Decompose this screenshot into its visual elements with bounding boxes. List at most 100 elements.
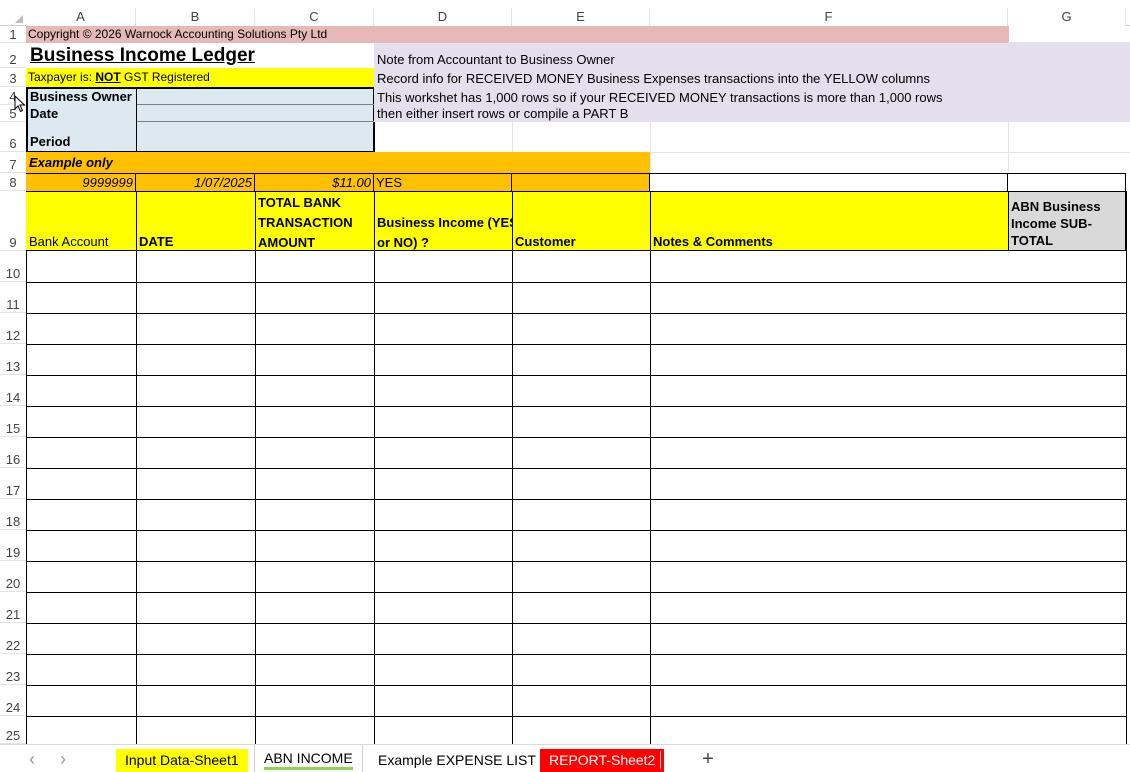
tab-example-expense-list[interactable]: Example EXPENSE LIST: [369, 749, 545, 772]
row-header-19[interactable]: 19: [0, 530, 26, 561]
row-header-11[interactable]: 11: [0, 282, 26, 313]
example-account[interactable]: 9999999: [26, 174, 136, 191]
table-row[interactable]: [26, 716, 1127, 717]
taxpayer-not: NOT: [95, 70, 121, 84]
add-sheet-icon[interactable]: +: [698, 749, 718, 771]
row-header-24[interactable]: 24: [0, 685, 26, 716]
column-header-c[interactable]: C: [255, 8, 374, 26]
header-total-amount[interactable]: TOTAL BANK TRANSACTION AMOUNT: [256, 193, 374, 250]
column-header-d[interactable]: D: [374, 8, 512, 26]
period-field[interactable]: [137, 122, 374, 151]
column-header-e[interactable]: E: [512, 8, 650, 26]
table-row[interactable]: [26, 592, 1127, 593]
date-label[interactable]: Date: [28, 105, 135, 122]
row-header-13[interactable]: 13: [0, 344, 26, 375]
note-line-4[interactable]: then either insert rows or compile a PAR…: [375, 105, 1125, 122]
example-notes[interactable]: [650, 173, 1008, 191]
table-row[interactable]: [26, 406, 1127, 407]
date-field[interactable]: [137, 105, 374, 121]
table-row[interactable]: [26, 344, 1127, 345]
column-header-a[interactable]: A: [26, 8, 136, 26]
header-total-line: TRANSACTION: [258, 215, 353, 230]
table-row[interactable]: [26, 623, 1127, 624]
table-row[interactable]: [26, 685, 1127, 686]
row-header-3[interactable]: 3: [0, 68, 26, 87]
header-business-income[interactable]: Business Income (YES or NO) ?: [375, 213, 512, 250]
column-header-b[interactable]: B: [136, 8, 255, 26]
example-customer[interactable]: [512, 174, 650, 191]
gridline: [1008, 122, 1009, 173]
next-sheet-icon[interactable]: ›: [53, 749, 73, 771]
row-header-6[interactable]: 6: [0, 122, 26, 152]
table-row[interactable]: [26, 499, 1127, 500]
tab-divider: [660, 751, 661, 769]
header-subtotal[interactable]: ABN Business Income SUB- TOTAL: [1009, 198, 1125, 250]
taxpayer-prefix: Taxpayer is:: [28, 70, 96, 84]
header-date[interactable]: DATE: [137, 233, 254, 250]
header-notes[interactable]: Notes & Comments: [651, 233, 1007, 250]
business-owner-label[interactable]: Business Owner: [28, 88, 135, 105]
table-row[interactable]: [26, 437, 1127, 438]
table-row[interactable]: [26, 654, 1127, 655]
header-business-income-line: or NO) ?: [377, 235, 429, 250]
table-row[interactable]: [26, 375, 1127, 376]
header-total-line: TOTAL BANK: [258, 195, 342, 210]
page-title[interactable]: Business Income Ledger: [28, 44, 373, 68]
taxpayer-status[interactable]: Taxpayer is: NOT GST Registered: [26, 68, 374, 87]
row-header-12[interactable]: 12: [0, 313, 26, 344]
row-header-20[interactable]: 20: [0, 561, 26, 592]
table-row[interactable]: [26, 530, 1127, 531]
taxpayer-suffix: GST Registered: [120, 70, 210, 84]
copyright-text[interactable]: Copyright © 2026 Warnock Accounting Solu…: [26, 26, 726, 43]
row-header-18[interactable]: 18: [0, 499, 26, 530]
tab-input-data-sheet1[interactable]: Input Data-Sheet1: [116, 749, 248, 772]
row-header-2[interactable]: 2: [0, 43, 26, 68]
row-header-22[interactable]: 22: [0, 623, 26, 654]
table-row[interactable]: [26, 468, 1127, 469]
example-amount[interactable]: $11.00: [255, 174, 374, 191]
row-header-1[interactable]: 1: [0, 26, 26, 43]
tab-report-sheet2[interactable]: REPORT-Sheet2: [540, 749, 665, 772]
gridline: [650, 122, 651, 173]
table-row[interactable]: [26, 313, 1127, 314]
example-subtotal[interactable]: [1008, 173, 1126, 191]
row-header-15[interactable]: 15: [0, 406, 26, 437]
header-business-income-line: Business Income (YES: [377, 215, 512, 230]
header-bank-account[interactable]: Bank Account: [27, 233, 135, 250]
mouse-cursor-icon: [14, 95, 26, 113]
table-row[interactable]: [26, 561, 1127, 562]
header-total-line: AMOUNT: [258, 235, 316, 250]
row-header-7[interactable]: 7: [0, 152, 26, 173]
column-border: [26, 251, 27, 745]
period-label[interactable]: Period: [28, 133, 135, 151]
row-header-21[interactable]: 21: [0, 592, 26, 623]
note-line-1[interactable]: Note from Accountant to Business Owner: [375, 50, 1125, 69]
header-subtotal-line: Income SUB-: [1011, 216, 1092, 231]
example-business-income[interactable]: YES: [374, 174, 512, 191]
select-all-corner[interactable]: [0, 8, 26, 26]
tab-abn-income-label: ABN INCOME: [264, 750, 353, 770]
table-row[interactable]: [26, 282, 1127, 283]
prev-sheet-icon[interactable]: ‹: [22, 749, 42, 771]
row-header-25[interactable]: 25: [0, 716, 26, 744]
gridline: [512, 122, 513, 152]
tab-abn-income[interactable]: ABN INCOME: [254, 745, 363, 772]
header-subtotal-line: ABN Business: [1011, 199, 1101, 214]
column-header-f[interactable]: F: [650, 8, 1008, 26]
header-customer[interactable]: Customer: [513, 233, 649, 250]
row-header-17[interactable]: 17: [0, 468, 26, 499]
sheet-tab-bar: ‹ › Input Data-Sheet1 ABN INCOME Example…: [0, 744, 1130, 772]
example-date[interactable]: 1/07/2025: [136, 174, 255, 191]
column-header-g[interactable]: G: [1008, 8, 1126, 26]
note-line-2[interactable]: Record info for RECEIVED MONEY Business …: [375, 69, 1125, 88]
row-header-8[interactable]: 8: [0, 173, 26, 191]
row-header-14[interactable]: 14: [0, 375, 26, 406]
row-header-10[interactable]: 10: [0, 251, 26, 282]
row-header-23[interactable]: 23: [0, 654, 26, 685]
empty-cell-g1[interactable]: [1008, 26, 1130, 43]
row-header-9[interactable]: 9: [0, 191, 26, 251]
example-label[interactable]: Example only: [27, 152, 227, 173]
business-owner-field[interactable]: [137, 89, 374, 104]
row-header-16[interactable]: 16: [0, 437, 26, 468]
header-subtotal-line: TOTAL: [1011, 233, 1054, 248]
